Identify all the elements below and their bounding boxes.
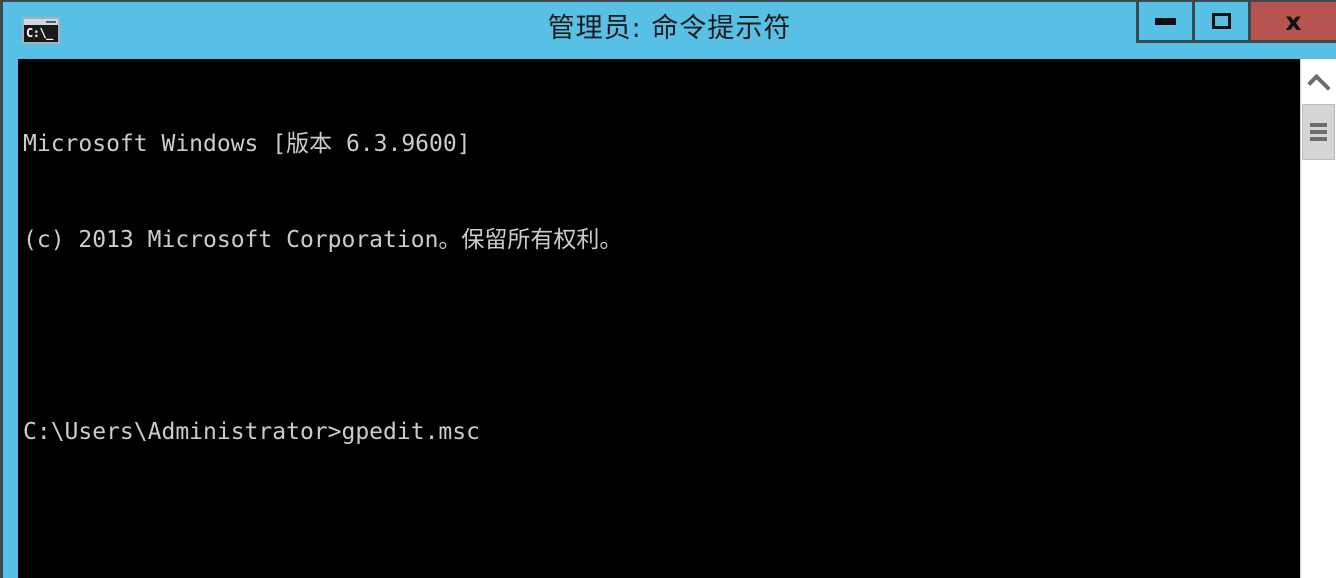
scrollbar-thumb[interactable] — [1302, 104, 1335, 160]
console-line: Microsoft Windows [版本 6.3.9600] — [23, 131, 471, 157]
console-area: Microsoft Windows [版本 6.3.9600] (c) 2013… — [18, 59, 1336, 578]
console-line: C:\Users\Administrator>gpedit.msc — [23, 419, 480, 445]
grip-lines-icon — [1310, 137, 1327, 141]
scroll-up-button[interactable] — [1301, 64, 1336, 102]
grip-lines-icon — [1310, 130, 1327, 134]
title-bar[interactable]: C:\_ 管理员: 命令提示符 x — [3, 2, 1336, 57]
window-controls: x — [1136, 2, 1336, 43]
console-line: (c) 2013 Microsoft Corporation。保留所有权利。 — [23, 227, 623, 253]
console-output[interactable]: Microsoft Windows [版本 6.3.9600] (c) 2013… — [18, 59, 1298, 578]
close-icon: x — [1285, 6, 1302, 36]
close-button[interactable]: x — [1248, 2, 1336, 43]
maximize-button[interactable] — [1192, 2, 1248, 43]
maximize-icon — [1212, 13, 1231, 29]
chevron-up-icon — [1306, 73, 1331, 98]
command-prompt-window: C:\_ 管理员: 命令提示符 x Microsoft Windows [版本 … — [0, 0, 1336, 578]
scrollbar-track[interactable] — [1302, 160, 1336, 578]
grip-lines-icon — [1310, 123, 1327, 127]
minimize-icon — [1155, 17, 1176, 25]
console-scrollbar[interactable] — [1300, 59, 1336, 578]
minimize-button[interactable] — [1136, 2, 1192, 43]
